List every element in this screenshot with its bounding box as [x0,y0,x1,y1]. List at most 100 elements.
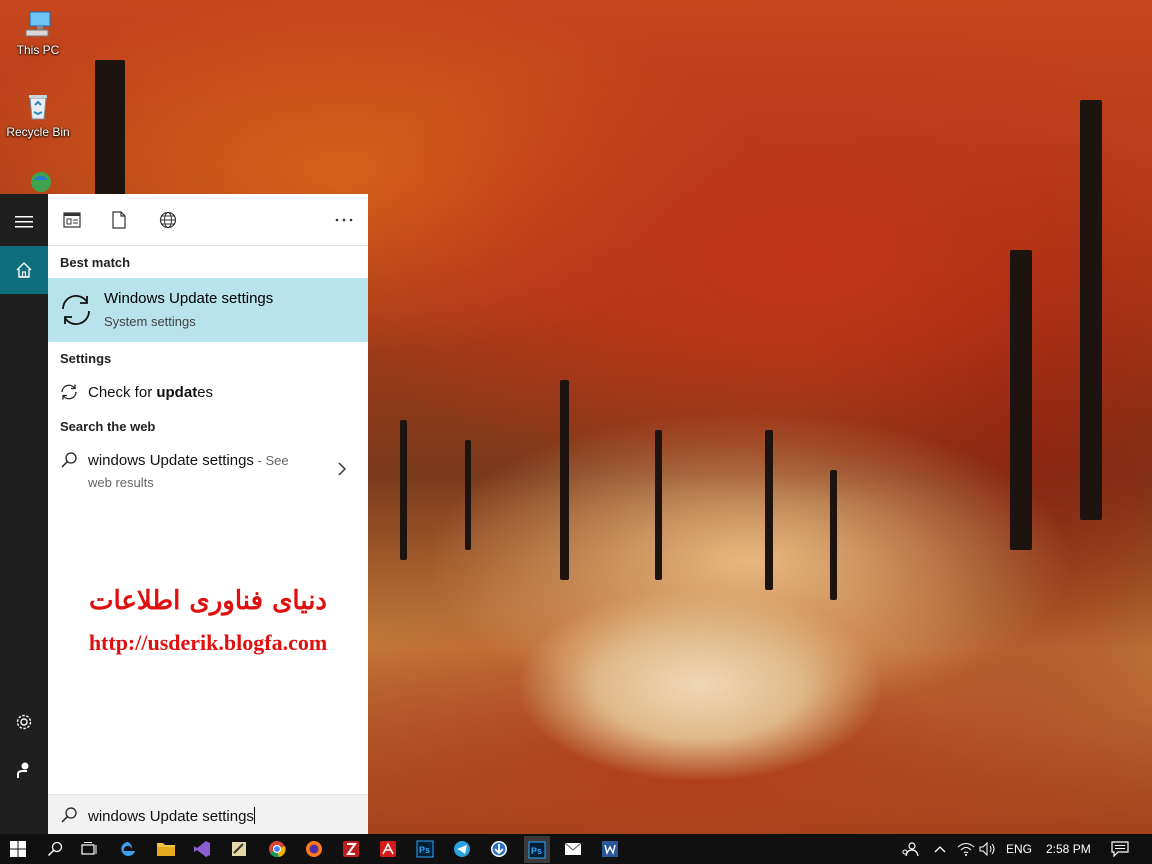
tree-trunk [830,470,837,600]
word-button[interactable] [598,837,622,861]
windows-start-icon [10,841,26,857]
search-icon [60,451,78,474]
tree-trunk [400,420,407,560]
search-icon [60,806,78,829]
settings-heading: Settings [60,351,112,366]
volume-button[interactable] [976,837,1000,861]
settings-button[interactable] [0,698,48,746]
filezilla-button[interactable] [339,837,363,861]
web-hint-text-2: web results [88,475,154,490]
tree-trunk [1080,100,1102,520]
edge-button[interactable] [116,837,140,861]
acrobat-button[interactable] [376,837,400,861]
svg-text:Ps: Ps [531,846,542,856]
mail-button[interactable] [561,837,585,861]
computer-icon [22,8,54,40]
label-suffix: es [197,384,214,401]
action-center-button[interactable] [1108,837,1132,861]
gear-icon [16,714,32,730]
app-button[interactable] [227,837,251,861]
more-options-icon [335,218,353,222]
tree-trunk [655,430,662,580]
task-view-icon [81,842,97,855]
apps-filter-button[interactable] [61,209,83,231]
task-view-button[interactable] [78,837,102,861]
search-button[interactable] [43,837,67,861]
more-options-button[interactable] [333,209,355,231]
sync-icon [58,292,94,333]
tree-trunk [95,60,125,200]
acrobat-icon [380,841,396,857]
best-match-title: Windows Update settings [104,290,274,307]
show-hidden-icons-button[interactable] [928,837,952,861]
search-icon [47,841,63,857]
app-icon [232,842,246,856]
file-explorer-icon [157,843,175,856]
start-rail [0,194,48,834]
chrome-icon [269,841,286,858]
language-indicator[interactable]: ENG [1006,842,1032,856]
clock[interactable]: 2:58 PM [1046,842,1091,856]
watermark-url: http://usderik.blogfa.com [88,630,328,655]
download-manager-icon [491,841,507,857]
download-manager-button[interactable] [487,837,511,861]
search-input[interactable]: windows Update settings [88,807,255,825]
sync-icon [60,383,78,406]
taskbar: Ps Ps ENG 2:58 PM [0,834,1152,864]
tree-trunk [765,430,773,590]
hamburger-menu-button[interactable] [0,198,48,246]
desktop-icon-label: This PC [16,43,60,57]
tree-trunk [560,380,569,580]
recycle-bin-icon [22,90,54,122]
wallpaper-path [520,590,880,780]
home-button[interactable] [0,246,48,294]
telegram-button[interactable] [450,837,474,861]
chevron-up-icon [934,846,946,853]
telegram-icon [454,841,470,857]
filezilla-icon [343,841,359,857]
globe-desktop-icon[interactable] [26,170,52,194]
home-icon [16,262,32,278]
web-filter-button[interactable] [157,209,179,231]
web-search-result[interactable]: windows Update settings - See web result… [48,444,368,496]
chevron-right-icon[interactable] [338,462,347,481]
chrome-button[interactable] [265,837,289,861]
firefox-button[interactable] [302,837,326,861]
account-button[interactable] [0,746,48,794]
photoshop-icon: Ps [528,841,546,858]
desktop-icon-recycle-bin[interactable]: Recycle Bin [0,90,76,139]
desktop-icon-this-pc[interactable]: This PC [0,8,76,57]
photoshop-active-button[interactable]: Ps [524,836,550,863]
edge-icon [121,842,135,856]
documents-filter-button[interactable] [108,209,130,231]
desktop-icon-label: Recycle Bin [6,125,70,139]
user-icon [17,762,29,778]
search-results-panel: Best match Windows Update settings Syste… [48,194,368,835]
speaker-icon [979,842,995,856]
best-match-heading: Best match [60,255,131,270]
apps-filter-icon [63,212,81,228]
web-query-text: windows Update settings [88,452,254,469]
web-filter-icon [159,211,177,229]
start-button[interactable] [6,837,30,861]
visual-studio-button[interactable] [190,837,214,861]
label-highlight: updat [156,384,198,401]
search-box[interactable]: windows Update settings [48,794,368,835]
search-web-heading: Search the web [60,419,156,434]
svg-text:Ps: Ps [419,845,430,855]
mail-icon [564,842,582,855]
text-cursor [253,807,255,824]
tree-trunk [465,440,471,550]
network-button[interactable] [954,837,978,861]
label-prefix: Check for [88,384,157,401]
photoshop-button[interactable]: Ps [413,837,437,861]
web-hint-text: - See [253,453,289,468]
people-button[interactable] [898,837,922,861]
check-for-updates-label: Check for updates [88,384,213,401]
search-input-value: windows Update settings [88,808,254,825]
firefox-icon [306,841,322,857]
best-match-result[interactable]: Windows Update settings System settings [48,278,368,342]
file-explorer-button[interactable] [154,837,178,861]
check-for-updates-result[interactable]: Check for updates [48,376,368,408]
photoshop-icon: Ps [416,840,434,858]
